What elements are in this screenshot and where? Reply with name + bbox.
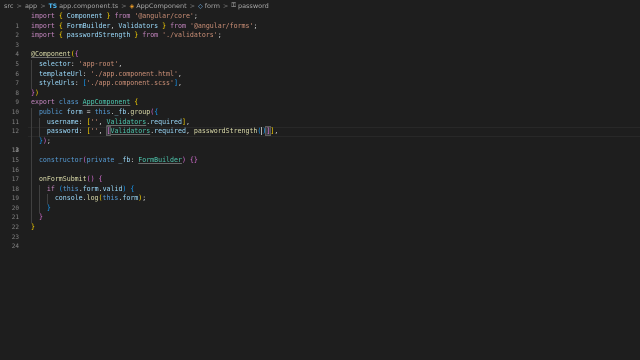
code-line[interactable]: 4 [0,41,640,58]
breadcrumb-item-app[interactable]: app [25,2,37,10]
line-number: 24 [11,243,19,251]
breadcrumb-item-class[interactable]: AppComponent [136,2,186,10]
code-line[interactable]: 18 onFormSubmit() { [0,175,640,193]
breadcrumb-separator: > [16,2,22,10]
class-symbol-icon: ◈ [129,2,135,10]
key-symbol-icon: ⚿ [231,2,236,9]
breadcrumb-separator: > [40,2,46,10]
code-line[interactable]: 6 selector: 'app-root', [0,59,640,78]
breadcrumb: src > app > TS app.component.ts > ◈ AppC… [0,0,640,12]
code-line[interactable]: 5 @Component({ [0,50,640,68]
code-line[interactable]: 3 import { passwordStrength } from './va… [0,31,640,49]
code-line[interactable]: 9 }) [0,89,640,107]
code-line[interactable]: 10 export class AppComponent { [0,98,640,116]
breadcrumb-item-file[interactable]: app.component.ts [59,2,118,10]
breadcrumb-item-src[interactable]: src [4,2,14,10]
code-editor[interactable]: 1 import { Component } from '@angular/co… [0,12,640,360]
code-line[interactable]: 19 if (this.form.valid) { [0,184,640,202]
code-line[interactable]: 20 console.log(this.form); [0,194,640,212]
code-line[interactable]: 16 constructor(private _fb: FormBuilder)… [0,155,640,174]
breadcrumb-item-form[interactable]: form [205,2,220,10]
code-line[interactable]: 7 templateUrl: './app.component.html', [0,69,640,87]
code-line[interactable]: 8 styleUrls: ['./app.component.scss'], [0,79,640,97]
code-line[interactable]: 23 } [0,223,640,241]
code-line[interactable]: 12 username: ['', Validators.required], [0,117,640,135]
breadcrumb-separator: > [121,2,127,10]
code-line[interactable]: 11 public form = this._fb.group({ [0,107,640,126]
code-line[interactable]: 14 }); [0,136,640,154]
typescript-file-icon: TS [48,2,58,10]
code-line[interactable]: 1 import { Component } from '@angular/co… [0,12,640,30]
code-line[interactable]: 24 [0,233,640,250]
property-symbol-icon: ◇ [198,2,203,10]
breadcrumb-item-password[interactable]: password [238,2,269,10]
code-line[interactable]: 2 import { FormBuilder, Validators } fro… [0,22,640,40]
code-line[interactable]: 17 [0,165,640,183]
breadcrumb-separator: > [222,2,229,10]
breadcrumb-separator: > [189,2,196,10]
code-line[interactable]: 21 } [0,203,640,221]
code-line[interactable]: 22 } [0,213,640,231]
code-line[interactable]: 15 [0,146,640,164]
code-line-active[interactable]: 13 password: ['', [Validators.required, … [0,126,640,154]
